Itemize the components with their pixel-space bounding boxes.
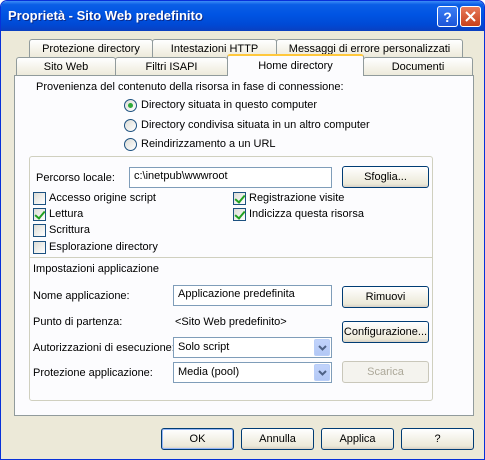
checkbox-directory-browsing-label: Esplorazione directory xyxy=(49,241,158,253)
panel-content: Provenienza del contenuto della risorsa … xyxy=(1,1,484,459)
radio-network-share[interactable] xyxy=(124,119,137,132)
app-name-input[interactable]: Applicazione predefinita xyxy=(173,285,332,306)
remove-button[interactable]: Rimuovi xyxy=(342,286,429,308)
checkbox-write-label: Scrittura xyxy=(49,224,90,236)
app-name-label: Nome applicazione: xyxy=(33,290,130,302)
radio-url-redirect-label: Reindirizzamento a un URL xyxy=(141,138,276,150)
checkbox-write[interactable] xyxy=(33,224,46,237)
checkbox-directory-browsing[interactable] xyxy=(33,241,46,254)
checkbox-read[interactable] xyxy=(33,208,46,221)
checkbox-read-label: Lettura xyxy=(49,208,84,220)
app-protection-label: Protezione applicazione: xyxy=(33,367,153,379)
checkbox-log-visits[interactable] xyxy=(233,192,246,205)
unload-button-label: Scarica xyxy=(367,366,404,378)
checkbox-script-source-access[interactable] xyxy=(33,192,46,205)
exec-perms-value: Solo script xyxy=(178,341,230,353)
chevron-down-icon xyxy=(314,364,330,381)
exec-perms-select[interactable]: Solo script xyxy=(173,337,332,358)
app-settings-heading: Impostazioni applicazione xyxy=(33,263,159,275)
configuration-button[interactable]: Configurazione... xyxy=(342,321,429,343)
checkbox-index-resource[interactable] xyxy=(233,208,246,221)
divider xyxy=(29,257,433,258)
app-protection-value: Media (pool) xyxy=(178,366,240,378)
local-path-input[interactable]: c:\inetpub\wwwroot xyxy=(129,167,332,188)
exec-perms-label: Autorizzazioni di esecuzione: xyxy=(33,342,175,354)
radio-local-directory[interactable] xyxy=(124,99,137,112)
start-point-label: Punto di partenza: xyxy=(33,316,123,328)
remove-button-label: Rimuovi xyxy=(365,291,406,303)
local-path-label: Percorso locale: xyxy=(36,172,115,184)
radio-network-share-label: Directory condivisa situata in un altro … xyxy=(141,119,370,131)
checkbox-script-source-access-label: Accesso origine script xyxy=(49,192,156,204)
start-point-value: <Sito Web predefinito> xyxy=(175,316,287,328)
browse-button[interactable]: Sfoglia... xyxy=(342,166,429,188)
configuration-button-label: Configurazione... xyxy=(343,326,428,338)
checkbox-index-resource-label: Indicizza questa risorsa xyxy=(249,208,364,220)
browse-button-label: Sfoglia... xyxy=(364,171,407,183)
radio-url-redirect[interactable] xyxy=(124,138,137,151)
checkbox-log-visits-label: Registrazione visite xyxy=(249,192,345,204)
unload-button[interactable]: Scarica xyxy=(342,361,429,383)
properties-dialog: Proprietà - Sito Web predefinito ? Prote… xyxy=(0,0,485,460)
radio-local-directory-label: Directory situata in questo computer xyxy=(141,99,318,111)
app-protection-select[interactable]: Media (pool) xyxy=(173,362,332,383)
content-source-heading: Provenienza del contenuto della risorsa … xyxy=(36,81,344,93)
chevron-down-icon xyxy=(314,339,330,356)
